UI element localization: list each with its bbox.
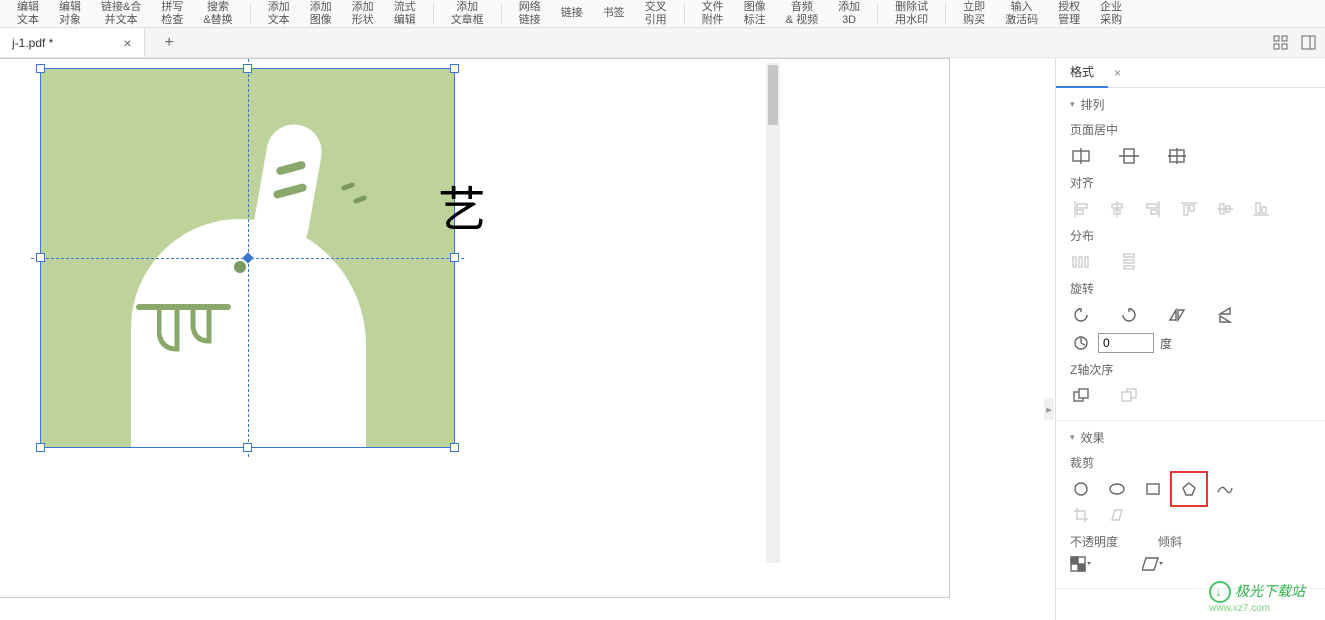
flip-horizontal-icon[interactable]: [1166, 305, 1188, 325]
canvas-area[interactable]: 艺 ▸: [0, 58, 1055, 620]
resize-handle-ml[interactable]: [36, 253, 45, 262]
ribbon-item-1[interactable]: 编辑对象: [52, 0, 88, 27]
arrange-label: 排列: [1081, 96, 1105, 113]
crop-freeform-icon[interactable]: [1214, 479, 1236, 499]
align-left-icon[interactable]: [1070, 199, 1092, 219]
bring-front-icon[interactable]: [1070, 386, 1092, 406]
effects-label: 效果: [1081, 429, 1105, 446]
crop-polygon-icon[interactable]: [1178, 479, 1200, 499]
add-tab-button[interactable]: +: [165, 34, 174, 52]
crop-label: 裁剪: [1070, 454, 1311, 471]
resize-handle-tl[interactable]: [36, 64, 45, 73]
align-bottom-icon[interactable]: [1250, 199, 1272, 219]
align-middle-icon[interactable]: [1214, 199, 1236, 219]
ribbon-item-17[interactable]: 添加3D: [831, 0, 867, 27]
effects-section: ▾ 效果 裁剪 不透明度 倾斜: [1056, 421, 1325, 589]
skew-label: 倾斜: [1158, 533, 1182, 550]
document-tabbar: j-1.pdf * × +: [0, 28, 1325, 58]
align-center-h-icon[interactable]: [1106, 199, 1128, 219]
rotate-left-icon[interactable]: [1070, 305, 1092, 325]
rotate-unit-label: 度: [1160, 335, 1172, 352]
resize-handle-mr[interactable]: [450, 253, 459, 262]
center-both-icon[interactable]: [1166, 146, 1188, 166]
panel-toggle-icon[interactable]: [1298, 32, 1320, 54]
close-panel-icon[interactable]: ×: [1114, 66, 1121, 80]
ribbon-item-8[interactable]: 流式编辑: [387, 0, 423, 27]
scrollbar-thumb[interactable]: [768, 65, 778, 125]
ribbon-item-20[interactable]: 输入激活码: [998, 0, 1045, 27]
center-vertical-icon[interactable]: [1118, 146, 1140, 166]
rotate-label: 旋转: [1070, 280, 1311, 297]
resize-handle-bm[interactable]: [243, 443, 252, 452]
ribbon-item-3[interactable]: 拼写检查: [154, 0, 190, 27]
ribbon-item-22[interactable]: 企业采购: [1093, 0, 1129, 27]
ribbon-item-2[interactable]: 链接&合并文本: [94, 0, 148, 27]
align-right-icon[interactable]: [1142, 199, 1164, 219]
ribbon-item-11[interactable]: 链接: [554, 0, 590, 27]
grid-view-icon[interactable]: [1270, 32, 1292, 54]
page-text: 艺: [438, 170, 486, 240]
center-horizontal-icon[interactable]: [1070, 146, 1092, 166]
ribbon-item-12[interactable]: 书签: [596, 0, 632, 27]
panel-collapse-handle[interactable]: ▸: [1044, 398, 1054, 420]
side-panel-tabs: 格式 ×: [1056, 58, 1325, 88]
ribbon-item-15[interactable]: 图像标注: [737, 0, 773, 27]
ribbon-item-7[interactable]: 添加形状: [345, 0, 381, 27]
distribute-vertical-icon[interactable]: [1118, 252, 1140, 272]
ribbon-item-19[interactable]: 立即购买: [956, 0, 992, 27]
rotate-angle-icon: [1070, 333, 1092, 353]
crop-rect-icon[interactable]: [1142, 479, 1164, 499]
collapse-arrow-icon[interactable]: ▾: [1070, 432, 1075, 443]
distribute-horizontal-icon[interactable]: [1070, 252, 1092, 272]
ribbon-toolbar: 编辑文本编辑对象链接&合并文本拼写检查搜索&替换添加文本添加图像添加形状流式编辑…: [0, 0, 1325, 28]
format-tab[interactable]: 格式: [1056, 57, 1108, 88]
file-tab[interactable]: j-1.pdf * ×: [0, 28, 145, 57]
align-top-icon[interactable]: [1178, 199, 1200, 219]
ribbon-item-14[interactable]: 文件附件: [695, 0, 731, 27]
flip-vertical-icon[interactable]: [1214, 305, 1236, 325]
rotate-angle-input[interactable]: [1098, 333, 1154, 353]
resize-handle-br[interactable]: [450, 443, 459, 452]
distribute-label: 分布: [1070, 227, 1311, 244]
arrange-section: ▾ 排列 页面居中 对齐 分布 旋转: [1056, 88, 1325, 421]
collapse-arrow-icon[interactable]: ▾: [1070, 99, 1075, 110]
send-back-icon[interactable]: [1118, 386, 1140, 406]
align-label: 对齐: [1070, 174, 1311, 191]
resize-handle-tr[interactable]: [450, 64, 459, 73]
ribbon-item-5[interactable]: 添加文本: [261, 0, 297, 27]
crop-tool-icon[interactable]: [1070, 505, 1092, 525]
crop-ellipse-icon[interactable]: [1106, 479, 1128, 499]
skew-picker[interactable]: [1142, 554, 1164, 574]
opacity-picker[interactable]: [1070, 554, 1092, 574]
ribbon-item-16[interactable]: 音频& 视频: [779, 0, 825, 27]
file-tab-name: j-1.pdf *: [12, 36, 53, 50]
ribbon-item-4[interactable]: 搜索&替换: [196, 0, 239, 27]
rotate-right-icon[interactable]: [1118, 305, 1140, 325]
format-panel: 格式 × ▾ 排列 页面居中 对齐 分布: [1055, 58, 1325, 620]
ribbon-item-9[interactable]: 添加文章框: [444, 0, 491, 27]
page-center-label: 页面居中: [1070, 121, 1311, 138]
resize-handle-bl[interactable]: [36, 443, 45, 452]
opacity-label: 不透明度: [1070, 533, 1118, 550]
zorder-label: Z轴次序: [1070, 361, 1311, 378]
ribbon-item-6[interactable]: 添加图像: [303, 0, 339, 27]
resize-handle-tm[interactable]: [243, 64, 252, 73]
workspace: 艺 ▸ 格式 × ▾ 排列 页面居中 对齐: [0, 58, 1325, 620]
ribbon-item-21[interactable]: 授权管理: [1051, 0, 1087, 27]
vertical-scrollbar[interactable]: [766, 63, 780, 563]
crop-circle-icon[interactable]: [1070, 479, 1092, 499]
ribbon-item-0[interactable]: 编辑文本: [10, 0, 46, 27]
ribbon-item-10[interactable]: 网络链接: [512, 0, 548, 27]
ribbon-item-18[interactable]: 删除试用水印: [888, 0, 935, 27]
crop-perspective-icon[interactable]: [1106, 505, 1128, 525]
image-selection[interactable]: [40, 68, 455, 448]
ribbon-item-13[interactable]: 交叉引用: [638, 0, 674, 27]
close-tab-icon[interactable]: ×: [123, 35, 131, 51]
